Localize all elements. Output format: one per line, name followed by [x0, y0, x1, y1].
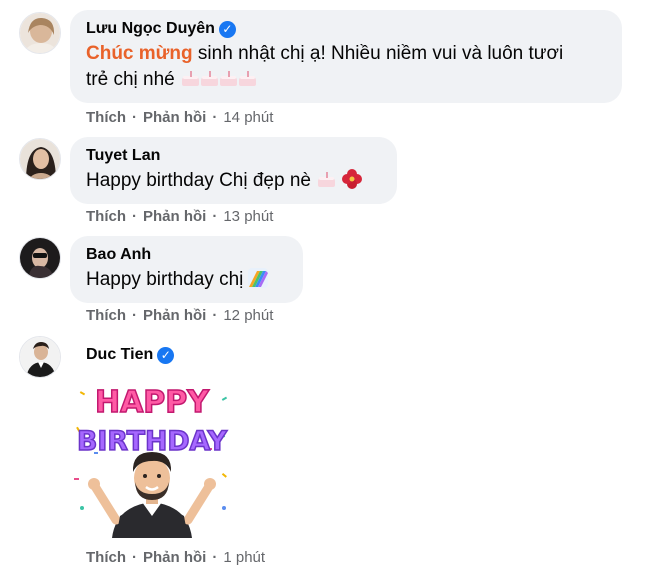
- timestamp[interactable]: 12 phút: [223, 307, 273, 324]
- comment-actions: Thích · Phản hồi · 1 phút: [86, 549, 265, 566]
- author-name[interactable]: Duc Tien ✓: [86, 345, 175, 365]
- comment-bubble: Tuyet Lan Happy birthday Chị đẹp nè: [70, 137, 397, 204]
- birthday-cake-icon: [239, 71, 257, 86]
- reply-button[interactable]: Phản hồi: [143, 307, 206, 324]
- verified-badge-icon: ✓: [157, 346, 175, 364]
- birthday-cake-icon: [220, 71, 238, 86]
- reply-button[interactable]: Phản hồi: [143, 208, 206, 225]
- comment-bubble: Lưu Ngọc Duyên ✓ Chúc mừng sinh nhật chị…: [70, 10, 622, 103]
- birthday-cake-icon: [201, 71, 219, 86]
- timestamp[interactable]: 1 phút: [223, 549, 265, 566]
- comment-text: Happy birthday chị: [86, 267, 287, 293]
- separator: ·: [132, 549, 137, 566]
- hibiscus-icon: [341, 169, 362, 189]
- reply-button[interactable]: Phản hồi: [143, 549, 206, 566]
- birthday-sticker[interactable]: HAPPY BIRTHDAY: [72, 378, 232, 538]
- comment-bubble: Bao Anh Happy birthday chị: [70, 236, 303, 303]
- comment-highlight[interactable]: Chúc mừng: [86, 43, 193, 64]
- author-name[interactable]: Lưu Ngọc Duyên ✓: [86, 19, 606, 39]
- avatar[interactable]: [19, 237, 61, 279]
- avatar[interactable]: [19, 12, 61, 54]
- memoji-character-icon: [88, 452, 216, 538]
- like-button[interactable]: Thích: [86, 208, 126, 225]
- separator: ·: [132, 208, 137, 225]
- avatar[interactable]: [19, 138, 61, 180]
- sticker-happy-text: HAPPY: [95, 385, 210, 420]
- like-button[interactable]: Thích: [86, 109, 126, 126]
- like-button[interactable]: Thích: [86, 549, 126, 566]
- birthday-cake-icon: [182, 71, 200, 86]
- separator: ·: [132, 307, 137, 324]
- timestamp[interactable]: 14 phút: [223, 109, 273, 126]
- comment-text: Chúc mừng sinh nhật chị ạ! Nhiều niềm vu…: [86, 43, 564, 90]
- rainbow-icon: [248, 268, 269, 288]
- comment-actions: Thích · Phản hồi · 13 phút: [86, 208, 273, 225]
- verified-badge-icon: ✓: [218, 20, 236, 38]
- author-name[interactable]: Bao Anh: [86, 245, 287, 265]
- separator: ·: [132, 109, 137, 126]
- separator: ·: [212, 109, 218, 126]
- comment-actions: Thích · Phản hồi · 14 phút: [86, 109, 273, 126]
- separator: ·: [212, 307, 218, 324]
- comment-actions: Thích · Phản hồi · 12 phút: [86, 307, 273, 324]
- reply-button[interactable]: Phản hồi: [143, 109, 206, 126]
- separator: ·: [212, 208, 218, 225]
- birthday-cake-icon: [318, 172, 336, 187]
- timestamp[interactable]: 13 phút: [223, 208, 273, 225]
- avatar[interactable]: [19, 336, 61, 378]
- like-button[interactable]: Thích: [86, 307, 126, 324]
- separator: ·: [212, 549, 218, 566]
- author-name[interactable]: Tuyet Lan: [86, 146, 381, 166]
- comment-text: Happy birthday Chị đẹp nè: [86, 168, 381, 194]
